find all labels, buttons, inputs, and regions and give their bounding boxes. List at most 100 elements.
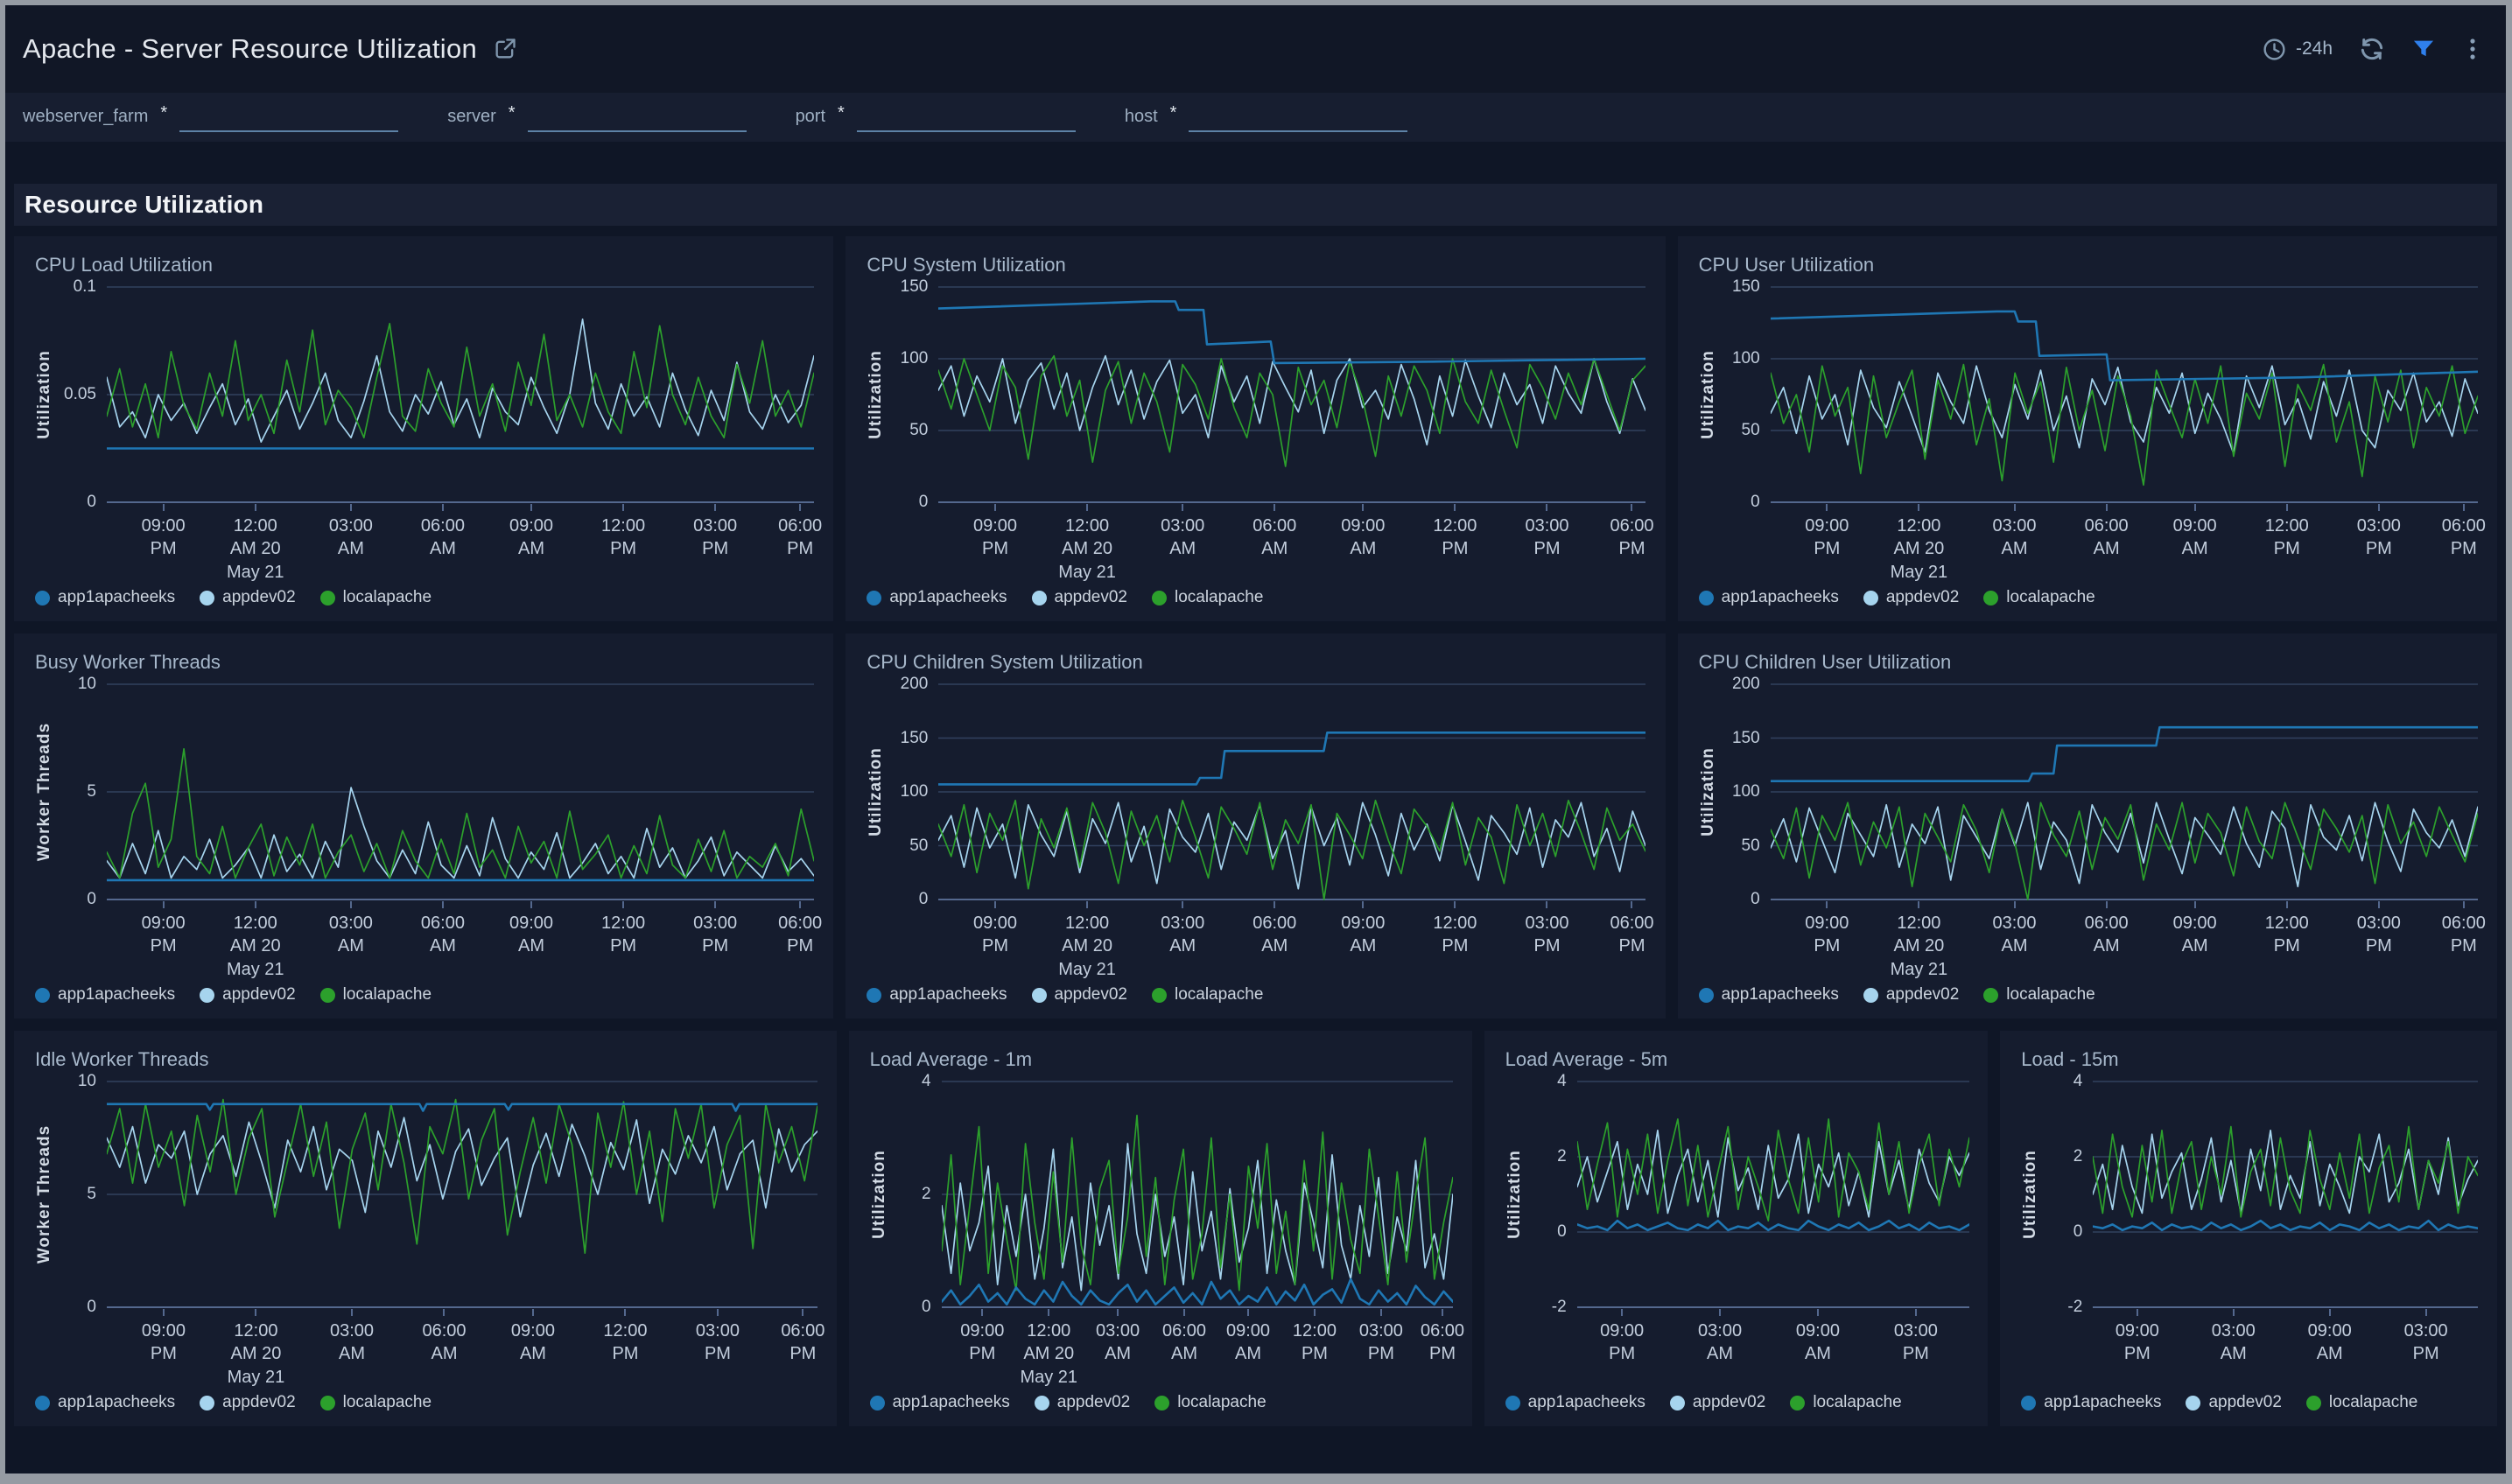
- legend-dot: [1863, 591, 1878, 606]
- legend-dot: [1035, 1396, 1049, 1410]
- filter-input-webserver_farm[interactable]: [179, 106, 398, 132]
- chart-panel: CPU Children System UtilizationUtilizati…: [846, 634, 1665, 1018]
- legend-item-app1apacheeks[interactable]: app1apacheeks: [1505, 1393, 1645, 1412]
- y-tick-labels: 0510: [56, 1080, 107, 1309]
- legend-item-appdev02[interactable]: appdev02: [1863, 588, 1959, 607]
- legend-item-app1apacheeks[interactable]: app1apacheeks: [1699, 588, 1839, 607]
- legend-item-localapache[interactable]: localapache: [2306, 1393, 2417, 1412]
- x-tick-mark: [802, 1309, 803, 1316]
- x-tick-label: 03:00PM: [693, 514, 737, 561]
- x-tick-labels: 09:00PM12:00AM 20May 2103:00AM06:00AM09:…: [1771, 901, 2478, 984]
- legend-item-localapache[interactable]: localapache: [1154, 1393, 1266, 1412]
- filter-input-host[interactable]: [1189, 106, 1407, 132]
- required-asterisk: *: [838, 103, 845, 132]
- legend-item-localapache[interactable]: localapache: [1983, 985, 2095, 1004]
- legend-item-appdev02[interactable]: appdev02: [2186, 1393, 2281, 1412]
- legend-item-appdev02[interactable]: appdev02: [200, 1393, 295, 1412]
- y-tick-label: 0: [87, 493, 96, 512]
- chart-plot[interactable]: [107, 1080, 817, 1309]
- x-tick-mark: [1826, 504, 1828, 511]
- chart-plot[interactable]: [107, 682, 814, 901]
- legend-item-localapache[interactable]: localapache: [320, 985, 432, 1004]
- chart: Worker Threads051009:00PM12:00AM 20May 2…: [33, 1080, 817, 1391]
- x-tick-label: 09:00AM: [1341, 912, 1385, 958]
- time-range-control[interactable]: -24h: [2262, 37, 2333, 62]
- legend-item-appdev02[interactable]: appdev02: [1035, 1393, 1130, 1412]
- y-axis-title: Utilization: [1504, 1080, 1526, 1309]
- x-tick-label: 06:00AM: [421, 514, 465, 561]
- chart-plot[interactable]: [2093, 1080, 2478, 1309]
- x-tick-mark: [1546, 504, 1547, 511]
- legend-item-localapache[interactable]: localapache: [1152, 985, 1263, 1004]
- filter-input-server[interactable]: [528, 106, 747, 132]
- x-tick-label: 06:00AM: [422, 1320, 466, 1366]
- legend-item-app1apacheeks[interactable]: app1apacheeks: [867, 985, 1007, 1004]
- legend-item-app1apacheeks[interactable]: app1apacheeks: [1699, 985, 1839, 1004]
- legend-item-app1apacheeks[interactable]: app1apacheeks: [35, 1393, 175, 1412]
- legend-item-app1apacheeks[interactable]: app1apacheeks: [867, 588, 1007, 607]
- x-tick-label: 09:00PM: [142, 912, 186, 958]
- legend-item-app1apacheeks[interactable]: app1apacheeks: [35, 588, 175, 607]
- chart-plot[interactable]: [1577, 1080, 1969, 1309]
- x-tick-mark: [622, 504, 624, 511]
- legend-item-app1apacheeks[interactable]: app1apacheeks: [35, 985, 175, 1004]
- legend-item-appdev02[interactable]: appdev02: [200, 985, 295, 1004]
- legend-item-appdev02[interactable]: appdev02: [1670, 1393, 1765, 1412]
- chart-canvas: [942, 1080, 1453, 1309]
- x-tick-mark: [2378, 504, 2380, 511]
- y-tick-label: 200: [901, 675, 929, 694]
- x-tick-label: 09:00AM: [509, 514, 553, 561]
- series-app1apacheeks: [938, 301, 1645, 363]
- y-tick-labels: 050100150: [1720, 285, 1771, 504]
- series-localapache: [942, 1116, 1453, 1291]
- legend-item-localapache[interactable]: localapache: [1790, 1393, 1901, 1412]
- legend-item-app1apacheeks[interactable]: app1apacheeks: [2021, 1393, 2161, 1412]
- chart-plot[interactable]: [1771, 682, 2478, 901]
- x-tick-label: 03:00AM: [330, 1320, 374, 1366]
- legend-item-localapache[interactable]: localapache: [320, 1393, 432, 1412]
- x-tick-label: 03:00AM: [1992, 514, 2036, 561]
- x-tick-label: 03:00AM: [1698, 1320, 1742, 1366]
- filter-icon[interactable]: [2411, 37, 2436, 61]
- x-tick-label: 12:00PM: [2265, 912, 2309, 958]
- x-tick-labels: 09:00PM12:00AM 20May 2103:00AM06:00AM09:…: [1771, 504, 2478, 586]
- legend-label: app1apacheeks: [2044, 1393, 2161, 1412]
- legend-item-appdev02[interactable]: appdev02: [1032, 588, 1127, 607]
- legend-label: app1apacheeks: [58, 1393, 175, 1412]
- chart-plot[interactable]: [938, 682, 1645, 901]
- x-tick-mark: [532, 1309, 534, 1316]
- chart-plot[interactable]: [107, 285, 814, 504]
- legend-item-app1apacheeks[interactable]: app1apacheeks: [870, 1393, 1010, 1412]
- refresh-icon[interactable]: [2359, 36, 2385, 62]
- filter-input-port[interactable]: [857, 106, 1076, 132]
- legend-label: app1apacheeks: [58, 985, 175, 1004]
- chart-plot[interactable]: [938, 285, 1645, 504]
- filter-label: port: [796, 107, 825, 132]
- filter-field-host: host*: [1125, 103, 1408, 132]
- y-tick-label: 50: [909, 836, 928, 856]
- x-tick-mark: [714, 504, 716, 511]
- kebab-menu-icon[interactable]: [2462, 36, 2483, 62]
- x-tick-label: 12:00AM 20May 21: [1020, 1320, 1077, 1389]
- chart-canvas: [107, 682, 814, 901]
- legend-label: app1apacheeks: [58, 588, 175, 607]
- x-tick-label: 03:00PM: [1359, 1320, 1403, 1366]
- legend-item-appdev02[interactable]: appdev02: [200, 588, 295, 607]
- y-tick-label: 5: [87, 782, 96, 802]
- chart-plot[interactable]: [942, 1080, 1453, 1309]
- legend-item-localapache[interactable]: localapache: [320, 588, 432, 607]
- panel-title: Load Average - 1m: [870, 1048, 1453, 1071]
- legend-item-appdev02[interactable]: appdev02: [1032, 985, 1127, 1004]
- chart-plot[interactable]: [1771, 285, 2478, 504]
- legend-item-localapache[interactable]: localapache: [1983, 588, 2095, 607]
- legend-label: appdev02: [2208, 1393, 2281, 1412]
- series-app1apacheeks: [1771, 727, 2478, 781]
- legend-item-appdev02[interactable]: appdev02: [1863, 985, 1959, 1004]
- legend-label: app1apacheeks: [1528, 1393, 1645, 1412]
- legend-item-localapache[interactable]: localapache: [1152, 588, 1263, 607]
- x-tick-mark: [1918, 504, 1919, 511]
- x-tick-label: 03:00PM: [2357, 514, 2401, 561]
- y-tick-labels: -2024: [2042, 1080, 2093, 1309]
- x-tick-mark: [2014, 504, 2016, 511]
- open-in-new-icon[interactable]: [493, 37, 517, 61]
